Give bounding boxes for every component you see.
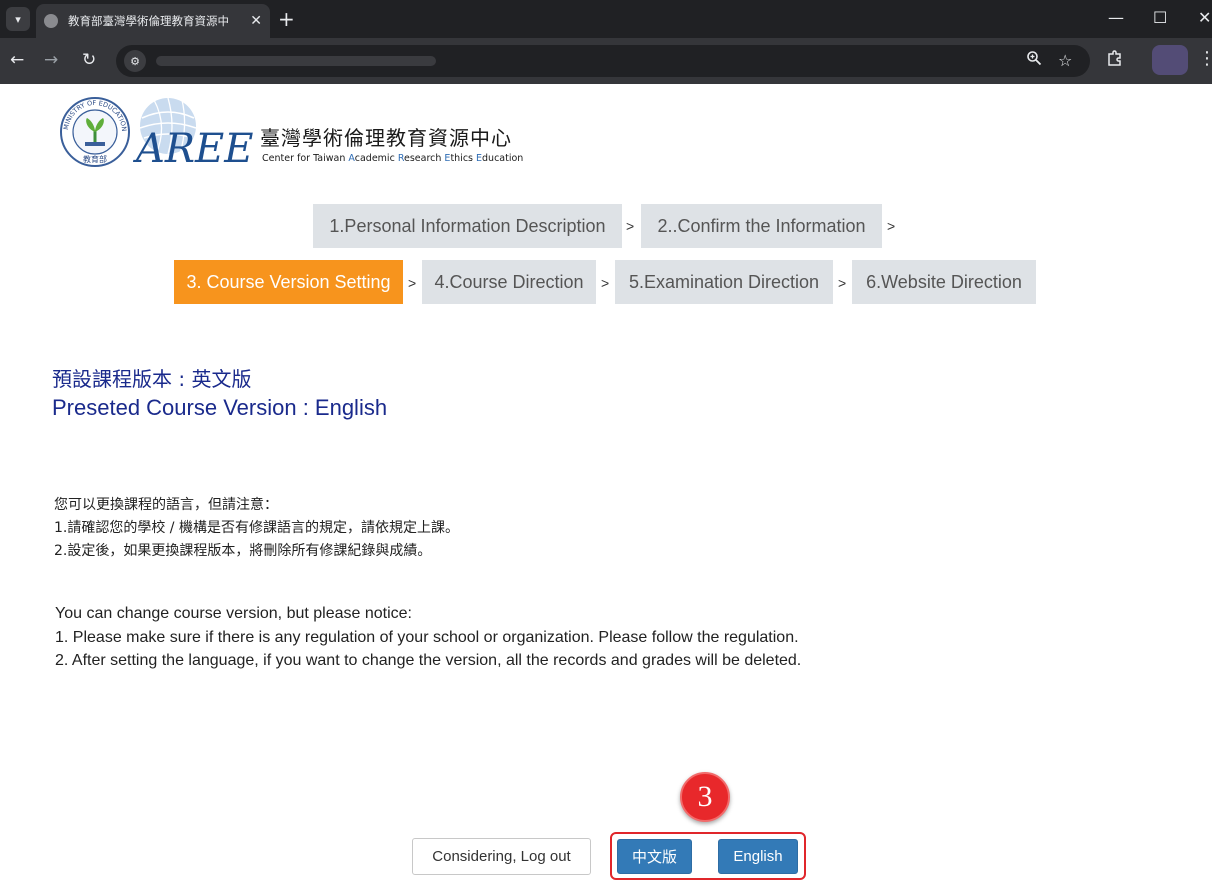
step-course-direction[interactable]: 4.Course Direction	[422, 260, 596, 304]
notice-english: You can change course version, but pleas…	[55, 602, 801, 673]
logo-english-name: Center for Taiwan Academic Research Ethi…	[262, 153, 523, 164]
address-bar[interactable]: ⚙ ☆	[116, 45, 1090, 77]
annotation-step-marker: 3	[680, 772, 730, 822]
site-logo[interactable]: MINISTRY OF EDUCATION 教育部 AREE 臺灣學術倫理教育資…	[58, 96, 538, 170]
notice-line: You can change course version, but pleas…	[55, 605, 412, 622]
logo-en-part: Center for Taiwan	[262, 153, 349, 164]
notice-line: 1. Please make sure if there is any regu…	[55, 628, 799, 646]
english-version-button[interactable]: English	[718, 839, 798, 874]
minimize-button[interactable]: —	[1108, 6, 1124, 30]
notice-line: 2.設定後，如果更換課程版本，將刪除所有修課紀錄與成績。	[54, 543, 432, 559]
notice-chinese: 您可以更換課程的語言，但請注意： 1.請確認您的學校 / 機構是否有修課語言的規…	[54, 494, 459, 563]
logo-en-part: ducation	[482, 153, 524, 164]
site-settings-icon[interactable]: ⚙	[124, 50, 146, 72]
puzzle-icon	[1108, 50, 1121, 66]
step-confirm-information[interactable]: 2..Confirm the Information	[641, 204, 882, 248]
step-separator: >	[838, 275, 847, 291]
back-arrow-icon[interactable]: ←	[10, 50, 24, 70]
zoom-icon-svg	[1027, 51, 1042, 66]
extensions-icon[interactable]	[1106, 49, 1124, 71]
maximize-button[interactable]: ☐	[1153, 6, 1167, 30]
close-icon[interactable]: ✕	[250, 13, 262, 29]
step-course-version-setting[interactable]: 3. Course Version Setting	[174, 260, 403, 304]
browser-tab-bar: ▾ 教育部臺灣學術倫理教育資源中 ✕ + — ☐ ✕	[0, 0, 1212, 38]
ministry-seal-icon: MINISTRY OF EDUCATION 教育部	[60, 97, 130, 167]
notice-line: 您可以更換課程的語言，但請注意：	[54, 497, 278, 513]
step-website-direction[interactable]: 6.Website Direction	[852, 260, 1036, 304]
notice-line: 2. After setting the language, if you wa…	[55, 652, 802, 669]
logo-en-part: cademic	[354, 153, 398, 164]
aree-logo-mark: AREE	[132, 97, 253, 168]
menu-icon[interactable]: ⋮	[1198, 48, 1212, 69]
step-separator: >	[626, 218, 635, 234]
step-personal-information[interactable]: 1.Personal Information Description	[313, 204, 622, 248]
logo-en-part: esearch	[404, 153, 445, 164]
step-separator: >	[887, 218, 896, 234]
tab-title: 教育部臺灣學術倫理教育資源中	[68, 14, 229, 28]
step-separator: >	[601, 275, 610, 291]
browser-toolbar: ← → ↻ ⚙ ☆ ⋮	[0, 38, 1212, 84]
new-tab-button[interactable]: +	[278, 7, 295, 31]
globe-icon	[44, 14, 58, 28]
notice-line: 1.請確認您的學校 / 機構是否有修課語言的規定，請依規定上課。	[54, 520, 459, 536]
browser-tab[interactable]: 教育部臺灣學術倫理教育資源中 ✕	[36, 4, 270, 38]
chinese-version-button[interactable]: 中文版	[617, 839, 692, 874]
bookmark-star-icon[interactable]: ☆	[1058, 50, 1072, 72]
preset-version-chinese: 預設課程版本 : 英文版	[52, 367, 252, 391]
reload-icon[interactable]: ↻	[82, 50, 96, 70]
chevron-down-icon[interactable]: ▾	[6, 7, 30, 31]
zoom-icon[interactable]	[1026, 50, 1042, 72]
step-separator: >	[408, 275, 417, 291]
avatar[interactable]	[1152, 45, 1188, 75]
url-text	[156, 56, 436, 66]
preset-version-english: Preseted Course Version : English	[52, 395, 388, 420]
aree-mark-text: AREE	[132, 126, 253, 168]
logout-button[interactable]: Considering, Log out	[412, 838, 591, 875]
window-close-button[interactable]: ✕	[1198, 6, 1211, 30]
logo-chinese-name: 臺灣學術倫理教育資源中心	[260, 126, 512, 150]
logo-en-part: thics	[450, 153, 477, 164]
seal-bottom-text: 教育部	[83, 154, 107, 164]
forward-arrow-icon[interactable]: →	[44, 50, 58, 70]
step-examination-direction[interactable]: 5.Examination Direction	[615, 260, 833, 304]
